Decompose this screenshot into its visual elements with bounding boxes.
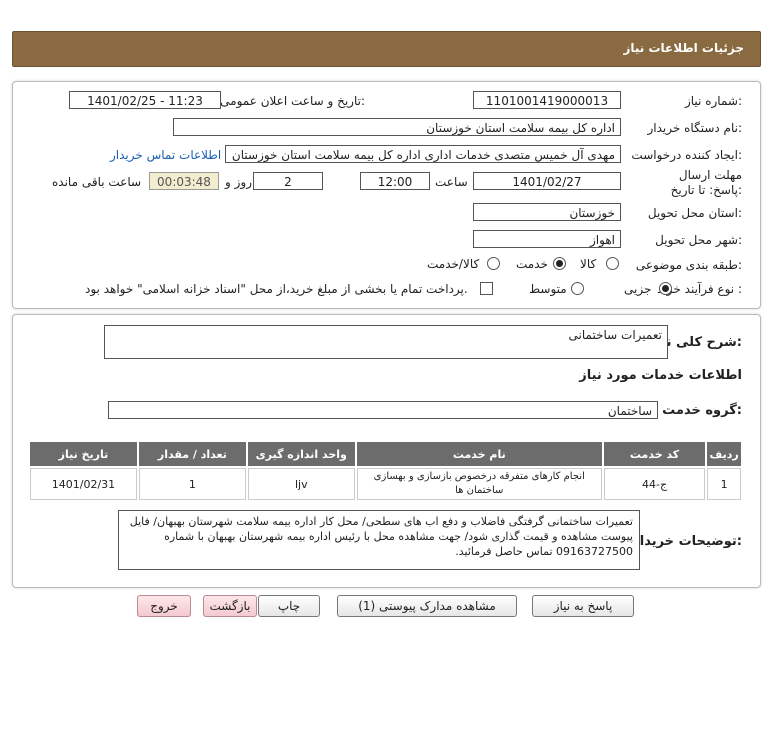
deadline-time-label: ساعت [435,175,468,189]
category-option-goods-service: کالا/خدمت [427,257,480,271]
announce-label: تاریخ و ساعت اعلان عمومی: [220,94,365,108]
page-header: جزئیات اطلاعات نیاز [12,31,761,67]
need-number-field: 1101001419000013 [473,91,621,109]
back-button[interactable]: بازگشت [203,595,257,617]
cell-unit: ljv [247,468,355,500]
need-number-label: شماره نیاز: [684,94,742,108]
table-header-row: ردیف کد خدمت نام خدمت واحد اندازه گیری ت… [30,442,741,466]
category-radio-goods[interactable] [606,257,619,270]
services-table: ردیف کد خدمت نام خدمت واحد اندازه گیری ت… [28,440,743,502]
col-unit: واحد اندازه گیری [247,442,355,466]
cell-name: انجام کارهای متفرقه درخصوص بازسازی و بهس… [356,468,602,500]
process-option-minor: جزیی [624,282,652,296]
province-label: استان محل تحویل: [647,206,742,220]
print-button[interactable]: چاپ [258,595,320,617]
days-field: 2 [253,172,323,190]
category-option-goods: کالا [580,257,597,271]
col-row: ردیف [707,442,741,466]
creator-label: ایجاد کننده درخواست: [631,148,742,162]
cell-date: 1401/02/31 [30,468,137,500]
col-date: تاریخ نیاز [30,442,137,466]
service-group-label: گروه خدمت: [662,403,742,418]
city-label: شهر محل تحویل: [655,233,742,247]
cell-row: 1 [707,468,741,500]
summary-field: تعمیرات ساختمانی [104,325,668,359]
deadline-date-field: 1401/02/27 [473,172,621,190]
page-title: جزئیات اطلاعات نیاز [623,41,744,55]
col-qty: تعداد / مقدار [138,442,246,466]
remaining-time-field: 00:03:48 [149,172,219,190]
announce-date-field: 1401/02/25 - 11:23 [69,91,221,109]
cell-code: ج-44 [603,468,706,500]
creator-field: مهدی آل خمیس متصدی خدمات اداری اداره کل … [225,145,621,163]
payment-checkbox[interactable] [480,282,493,295]
category-radio-service[interactable] [553,257,566,270]
buyer-notes-field: تعمیرات ساختمانی گرفتگی فاضلاب و دفع اب … [118,510,640,570]
attachments-button[interactable]: مشاهده مدارک پیوستی (1) [337,595,517,617]
city-field: اهواز [473,230,621,248]
exit-button[interactable]: خروج [137,595,191,617]
category-option-service: خدمت [516,257,548,271]
buyer-contact-link[interactable]: اطلاعات تماس خریدار [110,148,221,162]
reply-button[interactable]: پاسخ به نیاز [532,595,634,617]
province-field: خوزستان [473,203,621,221]
deadline-label: مهلت ارسال پاسخ: تا تاریخ: [670,168,742,197]
process-option-medium: متوسط [529,282,567,296]
buyer-org-label: نام دستگاه خریدار: [647,121,743,135]
days-label: روز و [225,175,252,189]
col-code: کد خدمت [603,442,706,466]
need-info-panel [12,81,761,309]
cell-qty: 1 [138,468,246,500]
deadline-time-field: 12:00 [360,172,430,190]
service-group-field: ساختمان [108,401,658,419]
category-label: طبقه بندی موضوعی: [635,258,742,272]
services-section-title: اطلاعات خدمات مورد نیاز [579,368,742,383]
remaining-label: ساعت باقی مانده [52,175,142,189]
table-row: 1 ج-44 انجام کارهای متفرقه درخصوص بازساز… [30,468,741,500]
category-radio-goods-service[interactable] [487,257,500,270]
buyer-notes-label: توضیحات خریدار: [632,534,742,549]
process-radio-medium[interactable] [571,282,584,295]
payment-note: پرداخت تمام یا بخشی از مبلغ خرید،از محل … [85,282,468,296]
process-radio-minor[interactable] [659,282,672,295]
buyer-org-field: اداره کل بیمه سلامت استان خوزستان [173,118,621,136]
col-name: نام خدمت [356,442,602,466]
